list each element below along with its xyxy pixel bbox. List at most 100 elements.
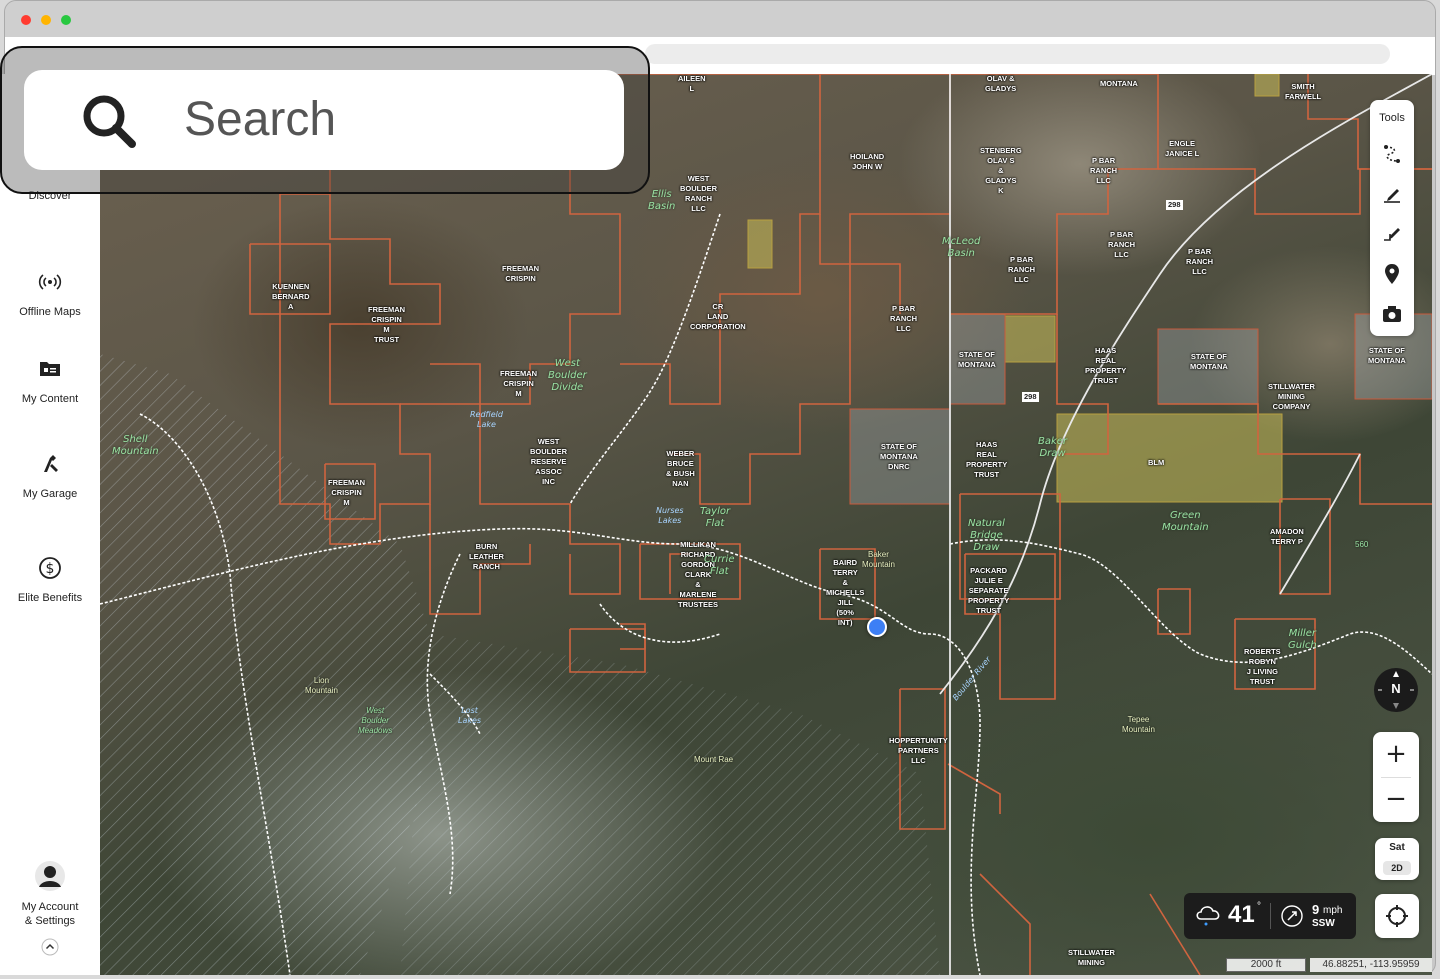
title-bar [5,1,1435,37]
place-label: McLeod Basin [942,236,981,259]
coordinates-readout: 46.88251, -113.95959 [1310,958,1432,972]
view-mode-toggle[interactable]: 2D [1383,861,1411,875]
temperature-degree: ° [1257,901,1261,912]
layer-name: Sat [1389,842,1405,853]
parcel-label: HAAS REAL PROPERTY TRUST [1085,346,1127,385]
search-icon [83,95,136,148]
place-label: West Boulder Meadows [358,706,393,735]
sidebar-item-label: Elite Benefits [17,592,83,604]
parcel-label: P BAR RANCH LLC [1090,156,1118,185]
parcel-label: STATE OF MONTANA DNRC [880,442,918,471]
parcel-label: KUENNEN BERNARD A [272,282,310,311]
parcel-label: AILEEN L [678,74,706,93]
blm-parcel [747,219,773,269]
zoom-in-button[interactable]: + [1373,732,1419,777]
sidebar-item-offline-maps[interactable]: Offline Maps [0,270,100,320]
cloud-rain-icon [1196,906,1220,926]
peak-label: Tepee Mountain [1122,715,1155,734]
parcel-label: ROBERTS ROBYN J LIVING TRUST [1244,647,1281,686]
svg-text:$: $ [46,561,55,577]
offline-maps-icon [38,274,62,290]
zoom-out-button[interactable]: − [1373,777,1419,822]
peak-label: Lion Mountain [305,676,338,695]
scale-bar: 2000 ft [1226,958,1306,972]
peak-label: Mount Rae [694,755,734,764]
sidebar-item-account[interactable]: My Account & Settings [0,860,100,928]
place-label: Taylor Flat [700,506,731,529]
compass-label: N [1391,681,1401,696]
address-bar[interactable] [645,44,1390,64]
wind-direction-icon [1281,905,1303,927]
sidebar-item-my-garage[interactable]: My Garage [0,452,100,502]
parcel-label: WEBER BRUCE & BUSH NAN [666,449,695,488]
parcel-label: STATE OF MONTANA [1190,352,1228,371]
place-label: Baker Draw [1038,436,1068,459]
locate-me-button[interactable] [1375,894,1419,938]
blm-parcel [1056,413,1283,503]
water-label: Nurses Lakes [656,506,684,525]
parcel-label: P BAR RANCH LLC [1108,230,1136,259]
parcel-label: BURN LEATHER RANCH [469,542,504,571]
minimize-window-button[interactable] [41,15,51,25]
parcel-label: FREEMAN CRISPIN M [328,478,366,507]
chevron-up-icon[interactable] [41,938,59,956]
compass-button[interactable]: N [1374,668,1418,712]
map-canvas[interactable]: AILEEN L OLAV & GLADYS MONTANA SMITH FAR… [100,74,1432,975]
draw-line-icon[interactable] [1380,182,1404,206]
tools-title: Tools [1379,112,1405,124]
sidebar-item-my-content[interactable]: My Content [0,357,100,407]
parcel-label: OLAV & GLADYS [985,74,1017,93]
parcel-label: STILLWATER MINING COMPANY [1268,382,1315,411]
map-overlay-svg [100,74,1432,975]
parcel-label: HAAS REAL PROPERTY TRUST [966,440,1008,479]
zoom-controls: + − [1373,732,1419,822]
place-label: Ellis Basin [648,189,676,212]
parcel-label: ENGLE JANICE L [1165,139,1200,158]
water-label: Redfield Lake [470,410,503,429]
parcel-label: FREEMAN CRISPIN [502,264,540,283]
parcel-label: P BAR RANCH LLC [1186,247,1214,276]
sidebar-item-label: My Content [21,393,79,405]
tools-panel: Tools [1370,100,1414,336]
place-label: Natural Bridge Draw [968,518,1005,553]
blm-parcel [1254,74,1280,97]
waypoint-pin-icon[interactable] [1380,262,1404,286]
map-layer-button[interactable]: Sat 2D [1375,838,1419,880]
parcel-label: STILLWATER MINING [1068,948,1115,967]
parcel-label: STATE OF MONTANA [958,350,996,369]
avatar [35,861,65,891]
parcel-label: STENBERG OLAV S & GLADYS K [980,146,1022,195]
place-label: West Boulder Divide [548,358,587,393]
close-window-button[interactable] [21,15,31,25]
route-icon[interactable] [1380,142,1404,166]
parcel-label: HOPPERTUNITY PARTNERS LLC [889,736,948,765]
account-label-line2: & Settings [24,915,76,927]
temperature-value: 41 [1228,901,1255,928]
search-placeholder: Search [184,93,337,146]
parcel-label: P BAR RANCH LLC [1008,255,1036,284]
weather-widget[interactable]: 41 ° 9 mph SSW [1184,893,1356,939]
maximize-window-button[interactable] [61,15,71,25]
parcel-label: P BAR RANCH LLC [890,304,918,333]
parcel-label: AMADON TERRY P [1270,527,1304,546]
peak-label: Baker Mountain [862,550,895,569]
garage-icon [44,455,58,472]
place-label: Currie Flat [704,554,735,577]
draw-shape-icon[interactable] [1380,222,1404,246]
parcel-label: WEST BOULDER RESERVE ASSOC INC [530,437,568,486]
user-location-marker[interactable] [867,617,887,637]
sidebar-item-elite-benefits[interactable]: $ Elite Benefits [0,556,100,606]
parcel-label: BAIRD TERRY & MICHELLS JILL (50% INT) [826,558,865,627]
camera-icon[interactable] [1380,302,1404,326]
account-label-line1: My Account [21,901,79,913]
water-label: Lost Lakes [458,706,482,725]
parcel-label: WEST BOULDER RANCH LLC [680,174,718,213]
place-label: Miller Gulch [1288,628,1317,651]
sidebar-item-label: Offline Maps [19,306,81,318]
locate-icon [1386,905,1408,927]
parcel-label: BLM [1148,458,1165,467]
parcel-label: FREEMAN CRISPIN M [500,369,538,398]
search-input[interactable]: Search [24,70,624,170]
my-content-icon [40,362,60,376]
place-label: Green Mountain [1162,510,1209,533]
